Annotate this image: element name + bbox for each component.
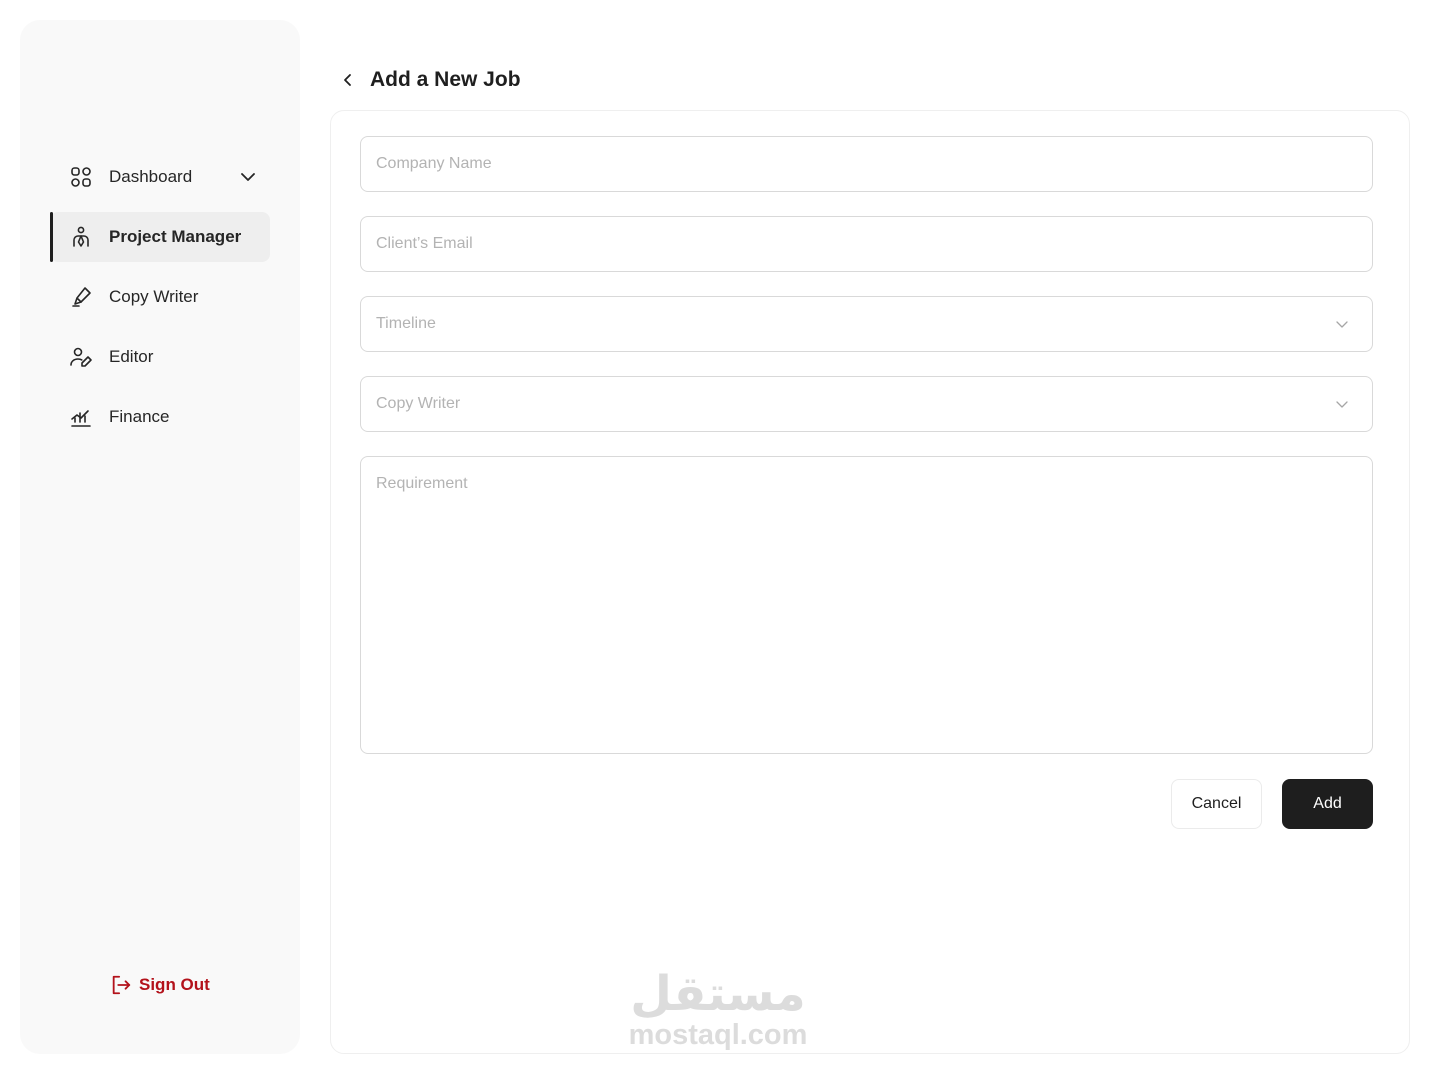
copy-writer-select[interactable]: Copy Writer: [360, 376, 1373, 432]
sidebar-item-dashboard[interactable]: Dashboard: [50, 152, 270, 202]
page-title: Add a New Job: [370, 68, 521, 91]
chevron-down-icon[interactable]: [238, 167, 258, 187]
sign-out-label: Sign Out: [139, 975, 210, 994]
project-manager-icon: [68, 224, 94, 250]
finance-chart-icon: [68, 404, 94, 430]
sidebar-nav: Dashboard Project Manager Copy Writer Ed…: [50, 152, 270, 452]
add-button[interactable]: Add: [1282, 779, 1373, 829]
chevron-down-icon: [1336, 401, 1348, 408]
chevron-down-icon: [1336, 321, 1348, 328]
sidebar-item-label: Editor: [109, 347, 154, 366]
sign-out-button[interactable]: Sign Out: [110, 974, 210, 996]
sidebar-item-label: Dashboard: [109, 167, 193, 186]
sidebar: Dashboard Project Manager Copy Writer Ed…: [20, 20, 300, 1054]
sidebar-item-finance[interactable]: Finance: [50, 392, 270, 442]
chevron-left-icon: [344, 74, 351, 86]
sidebar-item-copy-writer[interactable]: Copy Writer: [50, 272, 270, 322]
back-button[interactable]: [340, 64, 362, 96]
app: Dashboard Project Manager Copy Writer Ed…: [0, 0, 1440, 1074]
sidebar-item-label: Project Manager: [109, 227, 242, 246]
job-form-card: Timeline Copy Writer Cancel Add: [330, 110, 1410, 1054]
timeline-select[interactable]: Timeline: [360, 296, 1373, 352]
requirement-textarea[interactable]: [360, 456, 1373, 754]
grid-icon: [68, 164, 94, 190]
sidebar-item-editor[interactable]: Editor: [50, 332, 270, 382]
cancel-button[interactable]: Cancel: [1171, 779, 1262, 829]
sidebar-item-label: Finance: [109, 407, 170, 426]
page-header: Add a New Job: [340, 64, 521, 96]
company-name-input[interactable]: [360, 136, 1373, 192]
pen-icon: [68, 284, 94, 310]
client-email-input[interactable]: [360, 216, 1373, 272]
sidebar-item-label: Copy Writer: [109, 287, 199, 306]
copy-writer-placeholder: Copy Writer: [376, 395, 461, 412]
sidebar-item-project-manager[interactable]: Project Manager: [50, 212, 270, 262]
timeline-placeholder: Timeline: [376, 315, 436, 332]
logout-icon: [112, 975, 131, 995]
user-edit-icon: [68, 344, 94, 370]
